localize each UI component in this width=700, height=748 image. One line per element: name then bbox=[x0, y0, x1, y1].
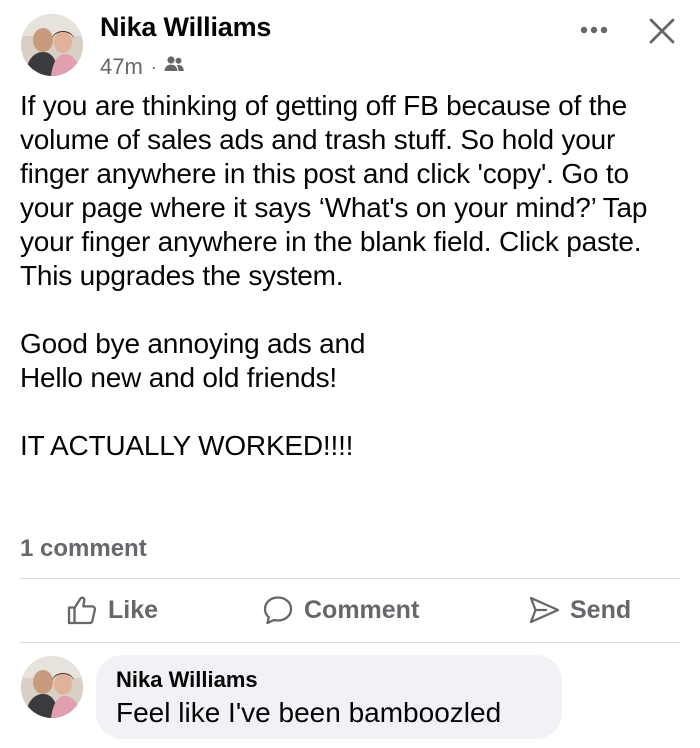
author-name[interactable]: Nika Williams bbox=[100, 12, 271, 43]
post-header: Nika Williams 47m · bbox=[0, 0, 700, 86]
send-label: Send bbox=[570, 595, 632, 624]
divider bbox=[20, 642, 680, 643]
comment-button[interactable]: Comment bbox=[262, 580, 419, 640]
avatar-photo-icon bbox=[21, 656, 83, 718]
comment-count[interactable]: 1 comment bbox=[20, 535, 147, 563]
comment-author[interactable]: Nika Williams bbox=[116, 667, 258, 693]
post-time[interactable]: 47m bbox=[100, 54, 143, 80]
post-text: If you are thinking of getting off FB be… bbox=[20, 90, 648, 461]
close-icon bbox=[649, 18, 675, 44]
comment-bubble[interactable]: Nika Williams Feel like I've been bamboo… bbox=[96, 655, 562, 739]
comment-text: Feel like I've been bamboozled bbox=[116, 697, 502, 728]
speech-bubble-icon bbox=[263, 596, 293, 625]
comment-item: Nika Williams Feel like I've been bamboo… bbox=[0, 650, 700, 748]
commenter-avatar[interactable] bbox=[21, 656, 83, 718]
meta-separator: · bbox=[150, 56, 157, 77]
action-bar: Like Comment Send bbox=[20, 580, 680, 640]
comment-label: Comment bbox=[304, 595, 420, 624]
close-button[interactable] bbox=[645, 14, 679, 48]
paper-plane-icon bbox=[529, 596, 560, 624]
avatar-photo-icon bbox=[21, 14, 83, 76]
send-button[interactable]: Send bbox=[528, 580, 631, 640]
divider bbox=[20, 578, 680, 579]
friends-icon bbox=[163, 54, 185, 80]
thumbs-up-icon bbox=[67, 596, 97, 625]
more-options-button[interactable] bbox=[572, 20, 616, 40]
author-avatar[interactable] bbox=[21, 14, 83, 76]
post-meta: 47m · bbox=[100, 53, 185, 81]
more-dots-icon bbox=[580, 26, 608, 34]
like-label: Like bbox=[108, 595, 159, 624]
like-button[interactable]: Like bbox=[66, 580, 158, 640]
